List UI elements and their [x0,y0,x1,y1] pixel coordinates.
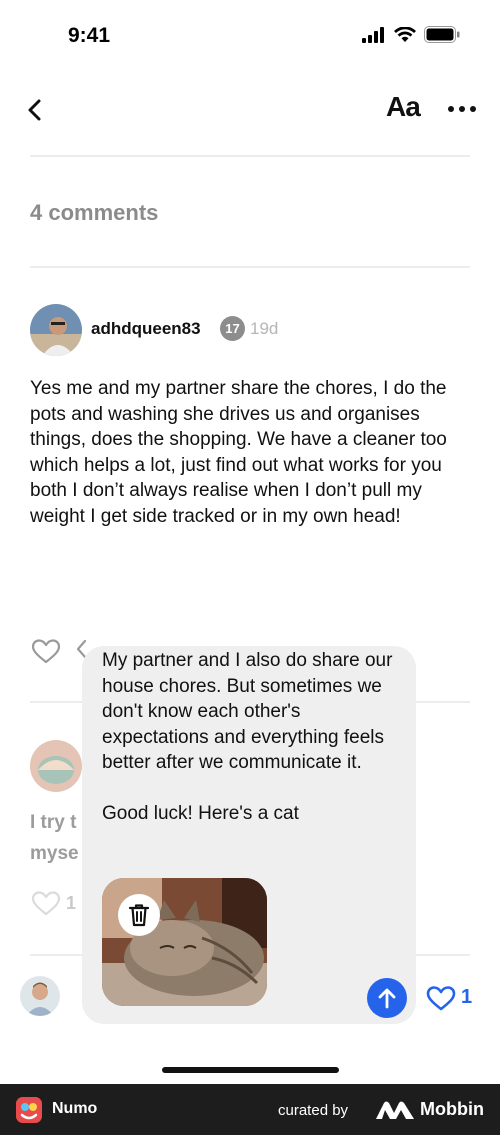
arrow-up-icon [378,988,396,1009]
reply-popup: My partner and I also do share our house… [82,646,416,1024]
timestamp: 19d [250,319,279,338]
home-indicator [162,1067,339,1073]
wifi-icon [394,26,416,42]
remove-attachment-button[interactable] [118,894,160,936]
level-badge: 17 [220,316,245,341]
app-name: Numo [52,1100,98,1117]
username[interactable]: adhdqueen83 [91,319,201,339]
brand-name: Mobbin [420,1099,484,1119]
avatar[interactable] [30,304,82,356]
comments-count: 4 comments [30,200,159,225]
font-size-button[interactable]: Aa [386,91,421,123]
like-count: 1 [66,893,77,913]
attribution-footer: Numo curated by Mobbin [0,1084,500,1135]
numo-app-icon [16,1097,42,1123]
comment-text-partial: I try t [30,812,77,833]
divider [30,266,470,268]
comment-text-partial: myse [30,843,79,864]
battery-icon [424,26,460,43]
more-icon [448,106,476,112]
status-time: 9:41 [68,24,111,47]
user-photo [20,976,60,1016]
numo-logo [16,1097,42,1123]
mobbin-logo-icon [376,1101,414,1119]
heart-icon[interactable] [31,890,61,916]
curated-by-label: curated by [278,1102,349,1119]
send-button[interactable] [367,978,407,1018]
back-button[interactable] [24,95,48,125]
status-icons [362,26,460,43]
status-bar: 9:41 [0,0,500,75]
divider [30,155,470,157]
user-photo [30,740,82,792]
like-count: 1 [461,986,473,1008]
user-photo [30,304,82,356]
attached-cat-image [102,878,267,1006]
more-options-button[interactable] [447,97,477,121]
avatar[interactable] [30,740,82,792]
current-user-avatar [20,976,60,1016]
heart-icon[interactable] [426,985,456,1011]
chevron-left-icon [28,99,41,121]
top-nav: Aa [0,85,500,135]
signal-icon [362,26,384,43]
comment-text: Yes me and my partner share the chores, … [30,378,447,527]
reply-text-input[interactable]: My partner and I also do share our house… [102,648,402,827]
heart-icon[interactable] [31,638,61,664]
trash-icon [128,904,150,927]
